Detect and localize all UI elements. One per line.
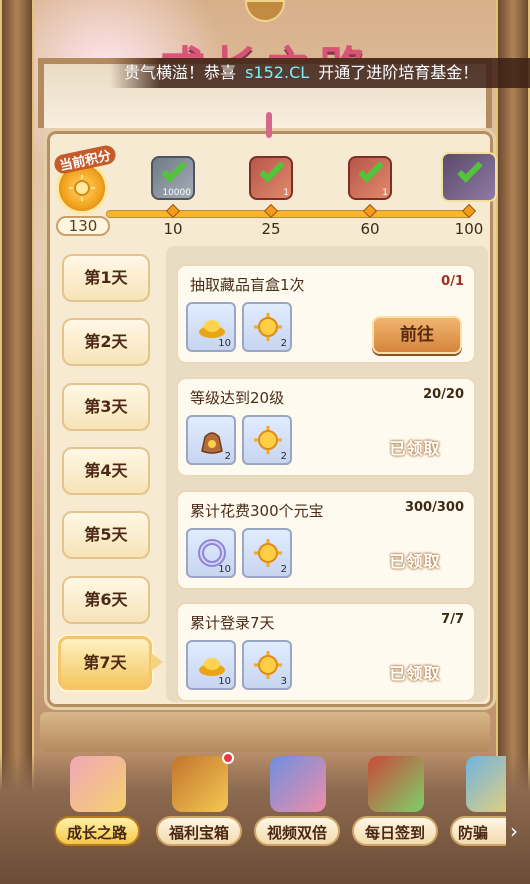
sun-token-icon: [254, 426, 282, 454]
tassel-ornament: [266, 112, 272, 138]
milestone-100[interactable]: 100: [441, 152, 497, 238]
milestone-qty: 1: [283, 188, 289, 198]
milestone-points: 25: [261, 220, 281, 238]
tab-day-4[interactable]: 第4天: [62, 447, 150, 495]
tab-day-6[interactable]: 第6天: [62, 576, 150, 624]
reward-qty: 10: [218, 338, 231, 349]
tab-day-7[interactable]: 第7天: [58, 636, 163, 690]
check-icon: [161, 157, 187, 183]
nav-anti-fraud[interactable]: 防骗: [450, 752, 506, 852]
milestone-10[interactable]: 10000 10: [151, 156, 195, 238]
nav-daily-checkin[interactable]: 每日签到: [352, 752, 438, 852]
sun-token-icon: [254, 539, 282, 567]
notification-dot: [222, 752, 234, 764]
reward-qty: 2: [280, 338, 287, 349]
milestone-qty: 10000: [162, 188, 191, 198]
announcement-player: s152.CL: [245, 63, 310, 82]
announcement-suffix: 开通了进阶培育基金！: [318, 63, 479, 82]
milestone-points: 60: [360, 220, 380, 238]
reward-item[interactable]: 3: [242, 640, 292, 690]
nav-growth-road[interactable]: 成长之路: [54, 752, 140, 852]
task-title: 累计花费300个元宝: [190, 502, 324, 520]
claimed-stamp: 已领取: [389, 664, 441, 683]
reward-qty: 10: [218, 676, 231, 687]
reward-item[interactable]: 10: [186, 528, 236, 578]
check-icon: [259, 157, 285, 183]
reward-item[interactable]: 2: [242, 302, 292, 352]
milestone-points: 100: [454, 220, 484, 238]
progress-fill: [107, 211, 471, 217]
claimed-stamp: 已领取: [389, 552, 441, 571]
task-card: 累计登录7天 7/7 10 3 已领取: [176, 602, 476, 702]
task-progress: 300/300: [404, 500, 464, 515]
coin-bag-icon: [201, 432, 223, 454]
nav-label: 成长之路: [54, 816, 140, 846]
reward-qty: 10: [218, 564, 231, 575]
check-icon: [457, 157, 483, 183]
milestone-qty: 1: [382, 188, 388, 198]
silver-chest-icon: 10000: [151, 156, 195, 200]
anti-fraud-icon: [466, 756, 506, 812]
task-progress: 7/7: [441, 612, 464, 627]
nav-label: 福利宝箱: [156, 816, 242, 846]
nav-label: 每日签到: [352, 816, 438, 846]
sun-token-icon: [254, 651, 282, 679]
tab-day-3[interactable]: 第3天: [62, 383, 150, 431]
nav-treasure-chest[interactable]: 福利宝箱: [156, 752, 242, 852]
reward-qty: 3: [280, 676, 287, 687]
announcement-marquee: 贵气横溢！恭喜 s152.CL 开通了进阶培育基金！: [110, 58, 530, 88]
nav-video-double[interactable]: 视频双倍: [254, 752, 340, 852]
tab-day-5[interactable]: 第5天: [62, 511, 150, 559]
task-title: 抽取藏品盲盒1次: [190, 276, 305, 294]
score-badge: 当前积分: [52, 143, 118, 214]
milestone-points: 10: [163, 220, 183, 238]
tab-day-1[interactable]: 第1天: [62, 254, 150, 302]
daily-checkin-icon: [368, 756, 424, 812]
task-progress: 20/20: [423, 387, 464, 402]
reward-qty: 2: [280, 451, 287, 462]
go-button[interactable]: 前往: [372, 316, 462, 354]
gift-box-icon: 1: [249, 156, 293, 200]
tab-day-2[interactable]: 第2天: [62, 318, 150, 366]
video-double-icon: [270, 756, 326, 812]
milestone-60[interactable]: 1 60: [348, 156, 392, 238]
gift-box-icon: 1: [348, 156, 392, 200]
task-title: 等级达到20级: [190, 389, 285, 407]
bottom-frame: [40, 712, 490, 752]
task-title: 累计登录7天: [190, 614, 275, 632]
reward-item[interactable]: 2: [242, 528, 292, 578]
reward-item[interactable]: 2: [186, 415, 236, 465]
reward-qty: 2: [224, 451, 231, 462]
sun-token-icon: [254, 313, 282, 341]
chevron-right-icon[interactable]: ›: [504, 818, 524, 844]
task-card: 等级达到20级 20/20 2 2 已领取: [176, 377, 476, 477]
announcement-prefix: 贵气横溢！恭喜: [124, 63, 237, 82]
task-card: 累计花费300个元宝 300/300 10 2 已领取: [176, 490, 476, 590]
claimed-stamp: 已领取: [389, 439, 441, 458]
score-value: 130: [56, 216, 110, 236]
progress-track: [106, 210, 472, 218]
reward-item[interactable]: 10: [186, 640, 236, 690]
nav-label: 视频双倍: [254, 816, 340, 846]
nav-label: 防骗: [450, 816, 506, 846]
reward-qty: 2: [280, 564, 287, 575]
treasure-chest-icon: [172, 756, 228, 812]
reward-item[interactable]: 10: [186, 302, 236, 352]
task-card: 抽取藏品盲盒1次 0/1 10 2 前往: [176, 264, 476, 364]
milestone-25[interactable]: 1 25: [249, 156, 293, 238]
check-icon: [358, 157, 384, 183]
reward-item[interactable]: 2: [242, 415, 292, 465]
growth-road-icon: [70, 756, 126, 812]
flower-plant-icon: [441, 152, 497, 202]
task-progress: 0/1: [441, 274, 464, 289]
